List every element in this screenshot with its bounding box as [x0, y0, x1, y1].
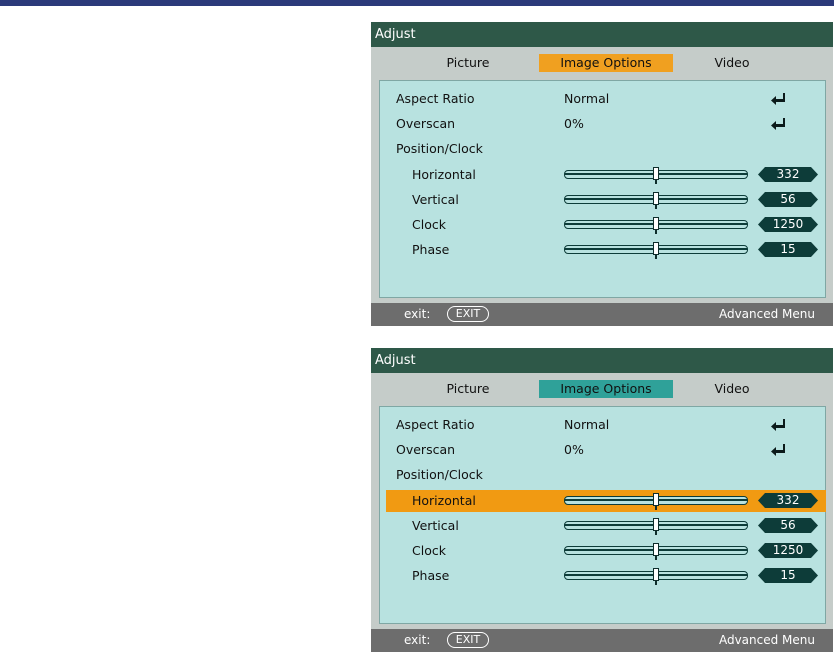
clock-value: 1250: [772, 543, 804, 557]
aspect-ratio-label: Aspect Ratio: [396, 91, 475, 106]
clock-value-badge: 1250: [758, 543, 818, 558]
vertical-value: 56: [780, 518, 796, 532]
tab-picture[interactable]: Picture: [437, 54, 499, 72]
enter-icon[interactable]: [770, 419, 788, 431]
menu-footer: exit: EXIT Advanced Menu: [371, 303, 833, 326]
horizontal-slider[interactable]: [564, 493, 748, 510]
clock-row[interactable]: Clock 1250: [386, 214, 818, 236]
tab-video[interactable]: Video: [709, 54, 755, 72]
exit-label: exit:: [404, 633, 431, 647]
overscan-label: Overscan: [396, 116, 456, 131]
advanced-menu-label[interactable]: Advanced Menu: [719, 629, 815, 652]
phase-row[interactable]: Phase 15: [386, 565, 818, 587]
vertical-value-badge: 56: [758, 192, 818, 207]
menu-title: Adjust: [371, 348, 833, 373]
slider-thumb[interactable]: [653, 192, 659, 209]
vertical-row[interactable]: Vertical 56: [386, 515, 818, 537]
exit-button[interactable]: EXIT: [447, 632, 489, 648]
slider-thumb[interactable]: [653, 242, 659, 259]
position-clock-row: Position/Clock: [386, 464, 818, 486]
horizontal-label: Horizontal: [412, 167, 476, 182]
aspect-ratio-row[interactable]: Aspect Ratio Normal: [386, 414, 818, 436]
adjust-menu-panel: Adjust Picture Image Options Video Aspec…: [371, 22, 833, 326]
clock-slider[interactable]: [564, 543, 748, 560]
slider-thumb[interactable]: [653, 568, 659, 585]
tab-picture[interactable]: Picture: [437, 380, 499, 398]
slider-thumb[interactable]: [653, 167, 659, 184]
vertical-value: 56: [780, 192, 796, 206]
horizontal-value-badge: 332: [758, 167, 818, 182]
aspect-ratio-value: Normal: [564, 91, 610, 106]
menu-footer: exit: EXIT Advanced Menu: [371, 629, 833, 652]
aspect-ratio-row[interactable]: Aspect Ratio Normal: [386, 88, 818, 110]
top-accent-bar: [0, 0, 834, 6]
exit-label: exit:: [404, 307, 431, 321]
phase-value: 15: [780, 568, 796, 582]
tab-bar: Picture Image Options Video: [371, 380, 833, 398]
clock-label: Clock: [412, 543, 446, 558]
aspect-ratio-value: Normal: [564, 417, 610, 432]
overscan-row[interactable]: Overscan 0%: [386, 439, 818, 461]
clock-label: Clock: [412, 217, 446, 232]
overscan-value: 0%: [564, 116, 584, 131]
horizontal-value-badge: 332: [758, 493, 818, 508]
overscan-label: Overscan: [396, 442, 456, 457]
phase-row[interactable]: Phase 15: [386, 239, 818, 261]
slider-thumb[interactable]: [653, 518, 659, 535]
vertical-row[interactable]: Vertical 56: [386, 189, 818, 211]
exit-button[interactable]: EXIT: [447, 306, 489, 322]
vertical-value-badge: 56: [758, 518, 818, 533]
menu-title: Adjust: [371, 22, 833, 47]
vertical-label: Vertical: [412, 192, 459, 207]
phase-value-badge: 15: [758, 568, 818, 583]
enter-icon[interactable]: [770, 118, 788, 130]
tab-video[interactable]: Video: [709, 380, 755, 398]
horizontal-row-selected[interactable]: Horizontal 332: [386, 490, 826, 512]
advanced-menu-label[interactable]: Advanced Menu: [719, 303, 815, 326]
clock-value-badge: 1250: [758, 217, 818, 232]
phase-value: 15: [780, 242, 796, 256]
clock-slider[interactable]: [564, 217, 748, 234]
overscan-value: 0%: [564, 442, 584, 457]
overscan-row[interactable]: Overscan 0%: [386, 113, 818, 135]
tab-image-options[interactable]: Image Options: [539, 54, 673, 72]
position-clock-label: Position/Clock: [396, 141, 483, 156]
tab-bar: Picture Image Options Video: [371, 54, 833, 72]
phase-slider[interactable]: [564, 568, 748, 585]
horizontal-row[interactable]: Horizontal 332: [386, 164, 818, 186]
vertical-label: Vertical: [412, 518, 459, 533]
position-clock-row: Position/Clock: [386, 138, 818, 160]
enter-icon[interactable]: [770, 93, 788, 105]
horizontal-value: 332: [776, 167, 800, 181]
slider-thumb[interactable]: [653, 543, 659, 560]
vertical-slider[interactable]: [564, 192, 748, 209]
horizontal-slider[interactable]: [564, 167, 748, 184]
menu-content: Aspect Ratio Normal Overscan 0% Position…: [379, 80, 826, 298]
clock-row[interactable]: Clock 1250: [386, 540, 818, 562]
enter-icon[interactable]: [770, 444, 788, 456]
position-clock-label: Position/Clock: [396, 467, 483, 482]
tab-image-options[interactable]: Image Options: [539, 380, 673, 398]
phase-value-badge: 15: [758, 242, 818, 257]
phase-slider[interactable]: [564, 242, 748, 259]
aspect-ratio-label: Aspect Ratio: [396, 417, 475, 432]
horizontal-label: Horizontal: [412, 493, 476, 508]
menu-content: Aspect Ratio Normal Overscan 0% Position…: [379, 406, 826, 624]
phase-label: Phase: [412, 242, 450, 257]
adjust-menu-panel: Adjust Picture Image Options Video Aspec…: [371, 348, 833, 652]
clock-value: 1250: [772, 217, 804, 231]
slider-thumb[interactable]: [653, 217, 659, 234]
vertical-slider[interactable]: [564, 518, 748, 535]
horizontal-value: 332: [776, 493, 800, 507]
slider-thumb[interactable]: [653, 493, 659, 510]
phase-label: Phase: [412, 568, 450, 583]
